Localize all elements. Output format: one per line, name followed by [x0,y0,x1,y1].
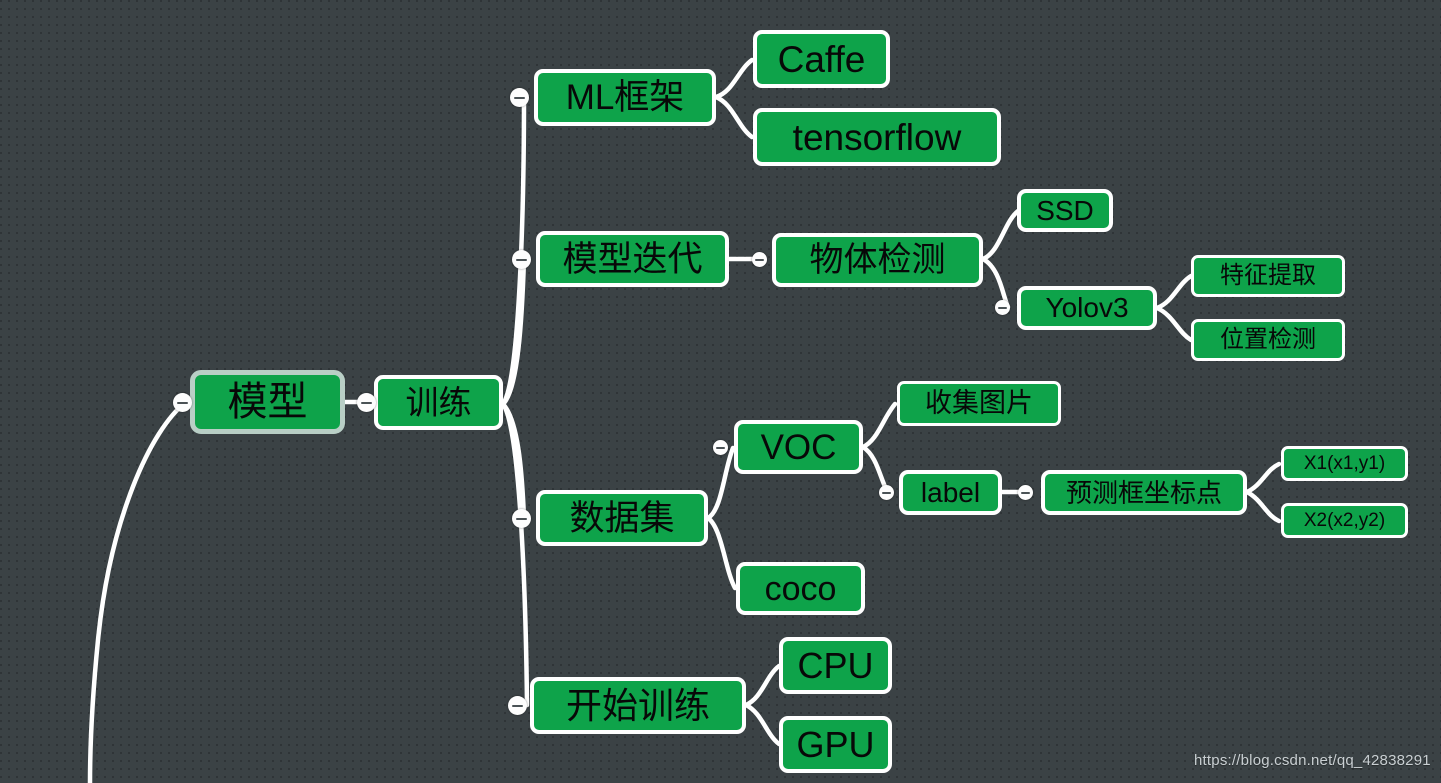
watermark: https://blog.csdn.net/qq_42838291 [1194,752,1431,769]
node-object-detection-label: 物体检测 [809,241,946,279]
node-bbox-coords[interactable]: 预测框坐标点 [1041,470,1247,515]
node-coco-label: coco [764,569,837,608]
node-dataset[interactable]: 数据集 [536,490,708,546]
node-tensorflow-label: tensorflow [792,116,962,158]
node-tensorflow[interactable]: tensorflow [753,108,1001,166]
node-yolov3[interactable]: Yolov3 [1017,286,1157,330]
node-collect-images-label: 收集图片 [925,388,1033,418]
node-start-training-label: 开始训练 [565,684,710,726]
node-position-detection-label: 位置检测 [1220,326,1316,353]
node-x1-label: X1(x1,y1) [1303,453,1386,474]
mindmap-canvas[interactable]: 模型 训练 ML框架 Caffe tensorflow 模型迭代 物体检测 SS… [0,0,1441,783]
node-root-label: 模型 [227,380,308,424]
node-voc[interactable]: VOC [734,420,863,474]
node-caffe[interactable]: Caffe [753,30,890,88]
node-train-label: 训练 [405,384,472,421]
node-voc-label: VOC [760,427,837,467]
node-model-iteration-label: 模型迭代 [562,239,703,279]
node-ml-framework-label: ML框架 [565,78,685,117]
collapse-handle-dataset-left[interactable] [512,509,531,528]
node-root[interactable]: 模型 [190,370,345,434]
node-gpu[interactable]: GPU [779,716,892,773]
node-caffe-label: Caffe [777,38,866,80]
node-feature-extraction-label: 特征提取 [1220,262,1316,289]
node-feature-extraction[interactable]: 特征提取 [1191,255,1345,297]
collapse-handle-yolov3-left[interactable] [995,300,1010,315]
collapse-handle-object-detection-left[interactable] [752,252,767,267]
node-label-label: label [920,476,981,508]
collapse-handle-start-training-left[interactable] [508,696,527,715]
node-cpu[interactable]: CPU [779,637,892,694]
node-cpu-label: CPU [797,644,874,686]
node-gpu-label: GPU [796,723,875,765]
node-ssd-label: SSD [1036,194,1094,226]
collapse-handle-label-left[interactable] [879,485,894,500]
node-ml-framework[interactable]: ML框架 [534,69,716,126]
node-model-iteration[interactable]: 模型迭代 [536,231,729,287]
node-ssd[interactable]: SSD [1017,189,1113,232]
node-label[interactable]: label [899,470,1002,515]
collapse-handle-ml-framework-left[interactable] [510,88,529,107]
node-x2-label: X2(x2,y2) [1303,510,1386,531]
node-position-detection[interactable]: 位置检测 [1191,319,1345,361]
node-train[interactable]: 训练 [374,375,503,430]
collapse-handle-model-iteration-left[interactable] [512,250,531,269]
collapse-handle-root-left[interactable] [173,393,192,412]
node-bbox-coords-label: 预测框坐标点 [1065,477,1222,508]
node-object-detection[interactable]: 物体检测 [772,233,983,287]
node-x2[interactable]: X2(x2,y2) [1281,503,1408,538]
node-start-training[interactable]: 开始训练 [530,677,746,734]
node-x1[interactable]: X1(x1,y1) [1281,446,1408,481]
node-coco[interactable]: coco [736,562,865,615]
collapse-handle-voc-left[interactable] [713,440,728,455]
collapse-handle-bbox-coords-left[interactable] [1018,485,1033,500]
node-dataset-label: 数据集 [569,498,675,538]
collapse-handle-train-left[interactable] [357,393,376,412]
node-collect-images[interactable]: 收集图片 [897,381,1061,426]
node-yolov3-label: Yolov3 [1045,292,1129,323]
